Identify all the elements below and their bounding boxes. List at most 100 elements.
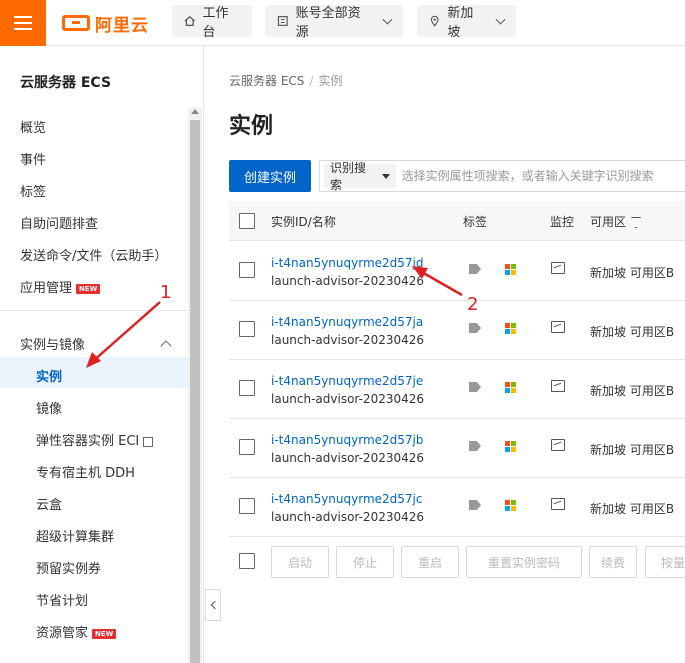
sidebar-item-troubleshoot[interactable]: 自助问题排查 — [20, 213, 98, 232]
restart-button[interactable]: 重启 — [401, 546, 459, 578]
tag-icon[interactable] — [469, 323, 481, 333]
sidebar-item-resource-manager[interactable]: 资源管家 NEW — [36, 622, 117, 641]
zone-cell: 新加坡 可用区B — [590, 384, 675, 398]
workbench-button[interactable]: 工作台 — [172, 5, 252, 40]
column-header-monitoring: 监控 — [550, 215, 575, 229]
instance-id-link[interactable]: i-t4nan5ynuqyrme2d57ja — [271, 315, 423, 329]
sidebar-item-label: 标签 — [20, 185, 47, 200]
select-all-checkbox-footer[interactable] — [239, 553, 255, 569]
main-content: 云服务器 ECS / 实例 实例 创建实例 识别搜索 实例ID/名称 标签 监控 可… — [205, 46, 685, 663]
sidebar-group-label: 实例与镜像 — [20, 338, 86, 353]
stop-button[interactable]: 停止 — [336, 546, 394, 578]
windows-os-icon — [505, 441, 516, 452]
column-header-id-name: 实例ID/名称 — [271, 215, 336, 229]
column-header-zone-label: 可用区 — [590, 215, 627, 229]
breadcrumb-current: 实例 — [318, 74, 343, 88]
instance-name: launch-advisor-20230426 — [271, 392, 425, 406]
sidebar-item-instances[interactable]: 实例 — [36, 366, 62, 385]
instance-name: launch-advisor-20230426 — [271, 333, 425, 347]
sidebar-item-app-management[interactable]: 应用管理 NEW — [20, 277, 101, 296]
sidebar-item-tags[interactable]: 标签 — [20, 181, 46, 200]
page-title: 实例 — [229, 114, 274, 139]
renew-button[interactable]: 续费 — [589, 546, 637, 578]
scrollbar-thumb[interactable] — [190, 120, 200, 663]
tag-icon[interactable] — [469, 500, 481, 510]
tag-icon[interactable] — [469, 441, 481, 451]
sidebar-item-events[interactable]: 事件 — [20, 149, 46, 168]
region-label: 新加坡 — [447, 6, 474, 40]
row-checkbox[interactable] — [239, 321, 255, 337]
menu-icon[interactable] — [0, 0, 46, 46]
row-checkbox[interactable] — [239, 498, 255, 514]
sidebar-item-label: 概览 — [20, 121, 47, 136]
monitor-icon[interactable] — [551, 380, 565, 392]
monitor-icon[interactable] — [551, 321, 565, 333]
search-mode-select[interactable]: 识别搜索 — [324, 161, 396, 192]
sidebar-item-label: 弹性容器实例 ECI — [36, 434, 140, 449]
sidebar-item-scc[interactable]: 超级计算集群 — [36, 526, 114, 545]
top-bar: 阿里云 工作台 账号全部资源 新加坡 — [0, 0, 685, 46]
sidebar-item-label: 自助问题排查 — [20, 217, 99, 232]
account-resource-dropdown[interactable]: 账号全部资源 — [265, 5, 403, 40]
region-dropdown[interactable]: 新加坡 — [417, 5, 516, 40]
instance-id-link[interactable]: i-t4nan5ynuqyrme2d57jd — [271, 256, 424, 270]
scroll-up-arrow-icon[interactable] — [191, 109, 199, 114]
sidebar-item-savings-plan[interactable]: 节省计划 — [36, 590, 88, 609]
collapse-sidebar-button[interactable] — [205, 589, 221, 621]
monitor-icon[interactable] — [551, 498, 565, 510]
windows-os-icon — [505, 323, 516, 334]
tag-icon[interactable] — [469, 382, 481, 392]
breadcrumb-separator: / — [309, 74, 314, 88]
table-row: i-t4nan5ynuqyrme2d57ja launch-advisor-20… — [229, 301, 685, 360]
monitor-icon[interactable] — [551, 262, 565, 274]
sidebar-item-images[interactable]: 镜像 — [36, 398, 62, 417]
breadcrumb-ecs[interactable]: 云服务器 ECS — [229, 74, 304, 88]
row-checkbox[interactable] — [239, 380, 255, 396]
chevron-up-icon[interactable] — [160, 340, 172, 352]
sidebar-item-cloudbox[interactable]: 云盒 — [36, 494, 62, 513]
tag-icon[interactable] — [469, 264, 481, 274]
sidebar-item-reserved-instances[interactable]: 预留实例券 — [36, 558, 101, 577]
search-bar: 识别搜索 — [319, 160, 685, 192]
sidebar-item-label: 预留实例券 — [36, 562, 102, 577]
sidebar-item-eci[interactable]: 弹性容器实例 ECI — [36, 430, 154, 449]
zone-cell: 新加坡 可用区B — [590, 443, 675, 457]
sidebar-item-label: 云盒 — [36, 498, 63, 513]
windows-os-icon — [505, 500, 516, 511]
monitor-icon[interactable] — [551, 439, 565, 451]
row-checkbox[interactable] — [239, 439, 255, 455]
sidebar-item-label: 节省计划 — [36, 594, 89, 609]
annotation-number-1: 1 — [160, 282, 172, 303]
search-mode-label: 识别搜索 — [330, 161, 367, 192]
logo-mark-icon — [62, 15, 90, 31]
sidebar-item-label: 镜像 — [36, 402, 63, 417]
windows-os-icon — [505, 264, 516, 275]
table-row: i-t4nan5ynuqyrme2d57je launch-advisor-20… — [229, 360, 685, 419]
row-checkbox[interactable] — [239, 262, 255, 278]
sidebar-item-overview[interactable]: 概览 — [20, 117, 46, 136]
instance-id-link[interactable]: i-t4nan5ynuqyrme2d57jb — [271, 433, 424, 447]
sidebar-item-label: 实例 — [36, 370, 63, 385]
search-input[interactable] — [401, 169, 685, 183]
sidebar-item-ddh[interactable]: 专有宿主机 DDH — [36, 462, 135, 481]
sidebar-item-cloud-assistant[interactable]: 发送命令/文件（云助手） — [20, 245, 167, 264]
create-instance-button[interactable]: 创建实例 — [229, 160, 311, 192]
sidebar-item-label: 事件 — [20, 153, 47, 168]
filter-icon[interactable] — [631, 217, 642, 228]
sidebar-item-label: 超级计算集群 — [36, 530, 115, 545]
aliyun-logo[interactable]: 阿里云 — [62, 11, 149, 36]
reset-password-button[interactable]: 重置实例密码 — [466, 546, 582, 578]
start-button[interactable]: 启动 — [271, 546, 329, 578]
location-icon — [430, 15, 439, 27]
select-all-checkbox[interactable] — [239, 213, 255, 229]
instance-id-link[interactable]: i-t4nan5ynuqyrme2d57jc — [271, 492, 422, 506]
zone-cell: 新加坡 可用区B — [590, 266, 675, 280]
chevron-left-icon — [210, 600, 219, 610]
pay-as-you-go-button[interactable]: 按量 — [645, 546, 685, 578]
breadcrumb: 云服务器 ECS / 实例 — [229, 72, 342, 89]
sidebar-scrollbar[interactable] — [188, 108, 202, 663]
active-item-highlight — [0, 357, 188, 388]
instance-name: launch-advisor-20230426 — [271, 510, 425, 524]
instance-id-link[interactable]: i-t4nan5ynuqyrme2d57je — [271, 374, 423, 388]
sidebar-group-instances-images[interactable]: 实例与镜像 — [20, 334, 85, 353]
